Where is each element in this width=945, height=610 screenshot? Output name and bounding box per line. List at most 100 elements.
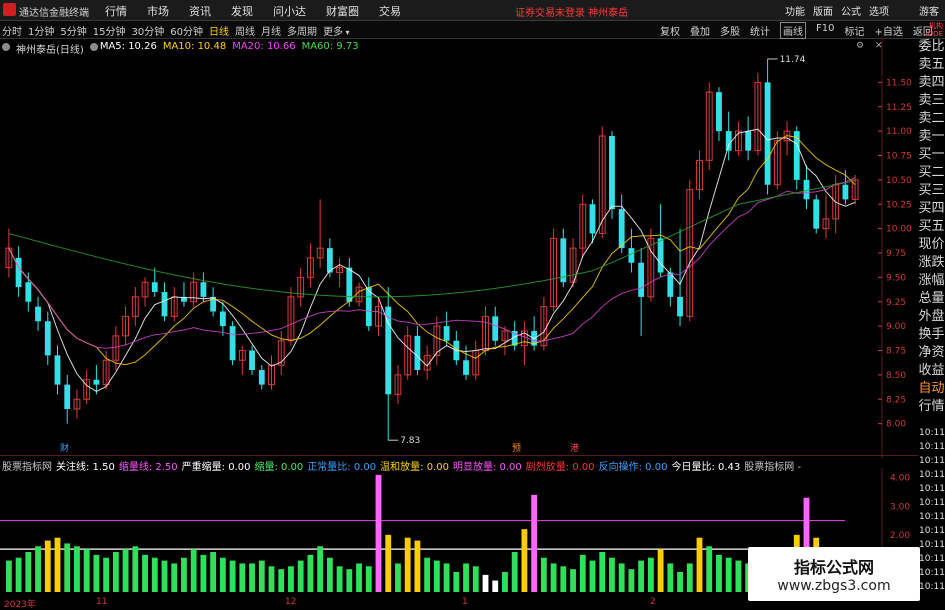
- period-tab-7[interactable]: 周线: [235, 23, 255, 38]
- volume-bar-42: [414, 540, 421, 592]
- tool-button-1[interactable]: 叠加: [690, 23, 710, 39]
- period-tab-6[interactable]: 日线: [209, 23, 229, 38]
- volume-bar-71: [696, 537, 703, 592]
- sidebar-item-3[interactable]: 卖三: [918, 92, 945, 110]
- sidebar-item-16[interactable]: 换手: [918, 326, 945, 344]
- candle-body-6: [64, 384, 71, 409]
- candle-body-15: [151, 282, 158, 292]
- sidebar-item-13[interactable]: 涨幅: [918, 272, 945, 290]
- price-tick-8: 9.50: [886, 273, 906, 283]
- watermark-url: www.zbgs3.com: [777, 578, 891, 594]
- volume-bar-3: [35, 546, 41, 592]
- period-tab-4[interactable]: 30分钟: [131, 23, 164, 38]
- volume-bar-31: [307, 554, 314, 592]
- formula-button[interactable]: 公式: [841, 3, 861, 18]
- tool-button-7[interactable]: +自选: [874, 23, 902, 39]
- event-marker-1[interactable]: 预: [512, 441, 521, 454]
- volume-bar-49: [482, 574, 489, 592]
- main-menu: 行情 市场 资讯 发现 问小达 财富圈 交易: [105, 3, 421, 19]
- period-tab-5[interactable]: 60分钟: [170, 23, 203, 38]
- price-tick-10: 9.00: [886, 322, 906, 332]
- event-marker-2[interactable]: 港: [570, 441, 579, 454]
- sidebar-item-5[interactable]: 卖一: [918, 128, 945, 146]
- candle-body-73: [716, 92, 722, 132]
- volume-tick-2: 2.00: [890, 531, 910, 541]
- tool-button-4[interactable]: 画线: [780, 22, 806, 39]
- volume-bar-28: [278, 569, 285, 592]
- period-tab-2[interactable]: 5分钟: [60, 23, 86, 38]
- candlestick-chart[interactable]: 11.50 11.25 11.00 10.75 10.50 10.25 10.00 9.75 9…: [0, 38, 918, 458]
- sidebar-item-2[interactable]: 卖四: [918, 74, 945, 92]
- volume-bar-39: [385, 534, 392, 592]
- sidebar-item-11[interactable]: 现价: [918, 236, 945, 254]
- sidebar-item-10[interactable]: 买五: [918, 218, 945, 236]
- time-label-1: 10:11: [919, 442, 945, 452]
- login-warning[interactable]: 证券交易未登录 神州泰岳: [515, 4, 628, 19]
- period-tab-1[interactable]: 1分钟: [28, 23, 54, 38]
- sidebar-item-7[interactable]: 买二: [918, 164, 945, 182]
- candle-body-67: [657, 238, 664, 273]
- sidebar-item-15[interactable]: 外盘: [918, 308, 945, 326]
- tool-button-2[interactable]: 多股: [720, 23, 740, 39]
- date-label-3: 1: [462, 597, 468, 607]
- candle-body-22: [219, 311, 226, 327]
- event-marker-0[interactable]: 财: [60, 441, 69, 454]
- volume-bar-43: [424, 557, 431, 592]
- candle-body-47: [463, 360, 469, 375]
- sidebar-item-0[interactable]: 委比: [918, 38, 945, 56]
- price-tick-13: 8.25: [886, 395, 906, 405]
- title-right-buttons: 功能 版面 公式 选项 游客: [777, 3, 939, 18]
- period-tab-10[interactable]: 更多: [323, 23, 350, 38]
- volume-bar-66: [647, 557, 654, 592]
- volume-bar-19: [190, 549, 197, 592]
- tool-button-6[interactable]: 标记: [844, 23, 864, 39]
- sidebar-item-8[interactable]: 买三: [918, 182, 945, 200]
- period-tab-0[interactable]: 分时: [2, 23, 22, 38]
- price-tick-4: 10.50: [886, 176, 912, 186]
- sidebar-item-9[interactable]: 买四: [918, 200, 945, 218]
- sidebar-item-6[interactable]: 买一: [918, 146, 945, 164]
- guest-button[interactable]: 游客: [919, 3, 939, 18]
- menu-ask[interactable]: 问小达: [273, 3, 306, 19]
- sidebar-item-1[interactable]: 卖五: [918, 56, 945, 74]
- time-label-8: 10:11: [919, 540, 945, 550]
- period-tab-3[interactable]: 15分钟: [93, 23, 126, 38]
- menu-news[interactable]: 资讯: [189, 3, 211, 19]
- volume-bar-24: [239, 563, 246, 592]
- app-title: 通达信金融终端: [19, 8, 89, 19]
- candle-body-26: [258, 370, 265, 385]
- volume-bar-64: [628, 569, 635, 592]
- function-button[interactable]: 功能: [785, 3, 805, 18]
- ma10-line: [8, 134, 856, 366]
- sidebar-item-17[interactable]: 净资: [918, 344, 945, 362]
- options-button[interactable]: 选项: [869, 3, 889, 18]
- sidebar-item-12[interactable]: 涨跌: [918, 254, 945, 272]
- volume-bar-67: [657, 549, 664, 592]
- candle-body-4: [44, 321, 51, 356]
- volume-bar-25: [249, 563, 255, 592]
- volume-bar-63: [618, 563, 625, 592]
- candle-body-74: [725, 131, 732, 151]
- menu-wealth[interactable]: 财富圈: [326, 3, 359, 19]
- menu-quotes[interactable]: 行情: [105, 3, 127, 19]
- menu-trade[interactable]: 交易: [379, 3, 401, 19]
- sidebar-item-18[interactable]: 收益: [918, 362, 945, 380]
- date-label-2: 12: [285, 597, 297, 607]
- tool-button-3[interactable]: 统计: [750, 23, 770, 39]
- date-label-1: 11: [96, 597, 108, 607]
- sidebar-item-20[interactable]: 行情: [918, 398, 945, 416]
- layout-button[interactable]: 版面: [813, 3, 833, 18]
- volume-bar-17: [171, 563, 178, 592]
- volume-bar-21: [210, 552, 217, 592]
- period-tab-8[interactable]: 月线: [261, 23, 281, 38]
- sidebar-item-4[interactable]: 卖二: [918, 110, 945, 128]
- sidebar-item-19[interactable]: 自动: [918, 380, 945, 398]
- low-annotation: 7.83: [400, 436, 420, 446]
- menu-discover[interactable]: 发现: [231, 3, 253, 19]
- period-tab-9[interactable]: 多周期: [287, 23, 317, 38]
- tool-button-5[interactable]: F10: [816, 23, 834, 39]
- tool-button-0[interactable]: 复权: [660, 23, 680, 39]
- volume-bar-13: [132, 546, 139, 592]
- sidebar-item-14[interactable]: 总量: [918, 290, 945, 308]
- menu-market[interactable]: 市场: [147, 3, 169, 19]
